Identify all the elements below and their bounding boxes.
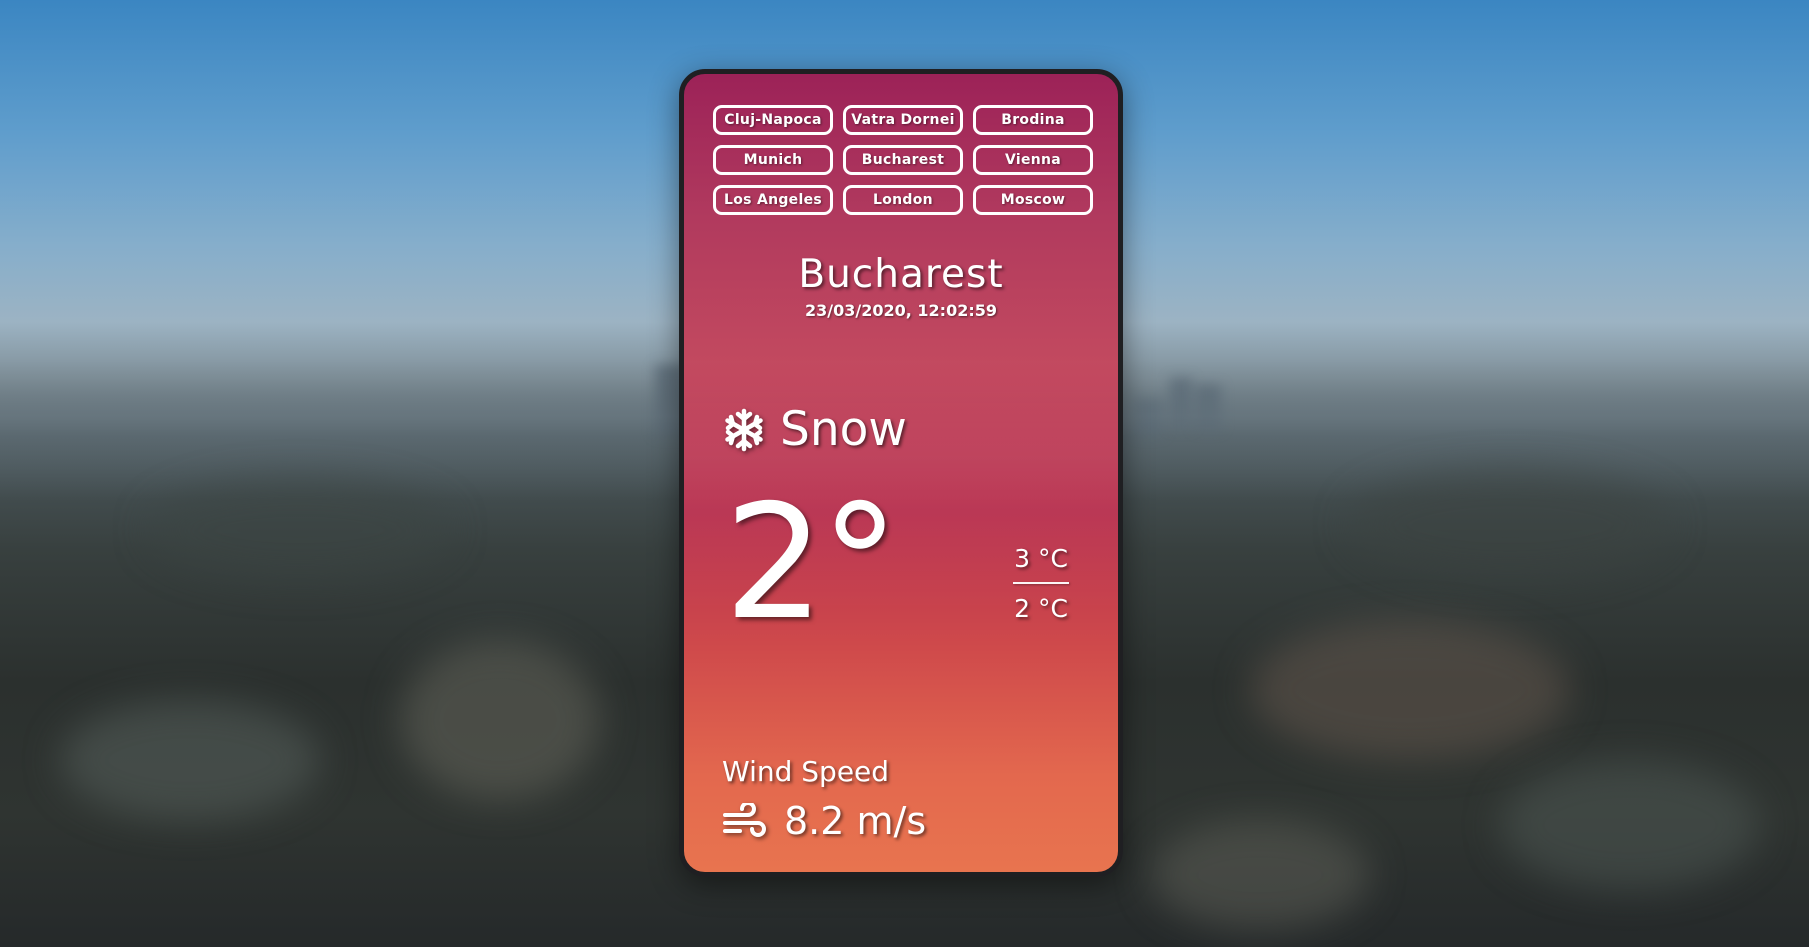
city-button-brodina[interactable]: Brodina xyxy=(973,105,1093,135)
location-header: Bucharest 23/03/2020, 12:02:59 xyxy=(684,252,1118,320)
wind-icon xyxy=(723,803,766,837)
min-temperature: 2 °C xyxy=(1014,594,1068,623)
city-blur xyxy=(60,700,320,820)
city-blur xyxy=(400,640,600,800)
range-divider xyxy=(1013,582,1069,584)
city-name: Bucharest xyxy=(798,252,1004,297)
city-button-london[interactable]: London xyxy=(843,185,963,215)
city-button-los-angeles[interactable]: Los Angeles xyxy=(713,185,833,215)
date-time: 23/03/2020, 12:02:59 xyxy=(805,300,997,320)
city-button-bucharest[interactable]: Bucharest xyxy=(843,145,963,175)
weather-condition: Snow xyxy=(722,406,907,453)
city-blur xyxy=(1150,820,1370,930)
weather-card: Cluj-Napoca Vatra Dornei Brodina Munich … xyxy=(679,69,1123,877)
city-blur xyxy=(1500,760,1760,890)
wind-speed-label: Wind Speed xyxy=(722,755,890,788)
city-button-moscow[interactable]: Moscow xyxy=(973,185,1093,215)
city-blur xyxy=(150,480,450,580)
wind-speed: 8.2 m/s xyxy=(722,802,926,840)
condition-label: Snow xyxy=(780,402,907,457)
max-temperature: 3 °C xyxy=(1014,544,1068,573)
wind-speed-value: 8.2 m/s xyxy=(784,799,927,843)
city-blur xyxy=(1350,470,1670,580)
city-button-munich[interactable]: Munich xyxy=(713,145,833,175)
city-button-vatra-dornei[interactable]: Vatra Dornei xyxy=(843,105,963,135)
temperature-range: 3 °C 2 °C xyxy=(1011,544,1071,623)
current-temperature: 2° xyxy=(724,471,900,655)
city-button-vienna[interactable]: Vienna xyxy=(973,145,1093,175)
city-blur xyxy=(1250,620,1570,760)
snowflake-icon xyxy=(725,408,763,451)
city-button-cluj-napoca[interactable]: Cluj-Napoca xyxy=(713,105,833,135)
city-selector: Cluj-Napoca Vatra Dornei Brodina Munich … xyxy=(713,105,1093,215)
